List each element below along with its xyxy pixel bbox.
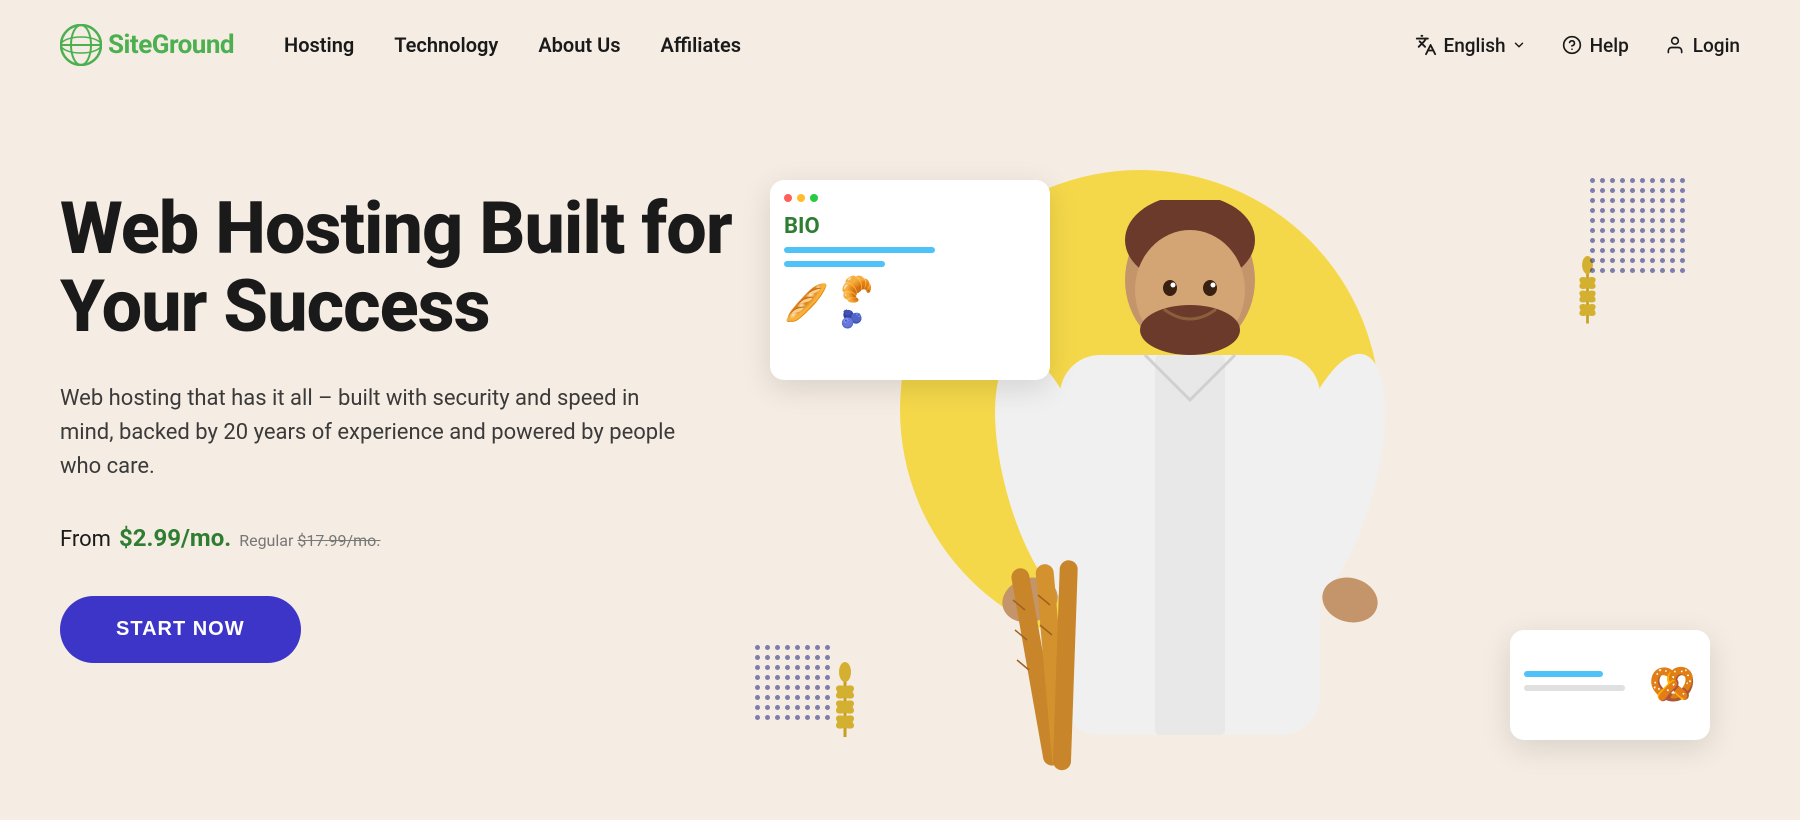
berry-icon: 🫐 — [841, 309, 873, 330]
browser-dot-green — [810, 194, 818, 202]
browser-dot-red — [784, 194, 792, 202]
logo-text: SiteGround — [108, 30, 234, 60]
chevron-down-icon — [1512, 38, 1526, 52]
siteground-logo-icon — [60, 24, 102, 66]
mobile-lines — [1524, 671, 1637, 699]
price-value: $2.99/mo. — [119, 524, 231, 552]
bread-icon: 🥖 — [784, 282, 829, 324]
mobile-card: 🥨 — [1510, 630, 1710, 740]
croissant-icon: 🥐 — [841, 275, 873, 305]
dots-top-right-grid — [1590, 178, 1685, 273]
nav-links: Hosting Technology About Us Affiliates — [284, 33, 1415, 57]
browser-dots — [784, 194, 1036, 202]
browser-dot-yellow — [797, 194, 805, 202]
nav-right: English Help Login — [1415, 34, 1740, 57]
mobile-line-gray — [1524, 685, 1625, 691]
browser-card: BIO 🥖 🥐 🫐 — [770, 180, 1050, 380]
navbar: SiteGround Hosting Technology About Us A… — [0, 0, 1800, 90]
nav-technology[interactable]: Technology — [394, 33, 498, 57]
price-from-label: From — [60, 527, 111, 552]
help-label: Help — [1590, 34, 1629, 57]
help-link[interactable]: Help — [1562, 34, 1629, 57]
bio-label: BIO — [784, 214, 1036, 239]
hero-section: Web Hosting Built for Your Success Web h… — [0, 90, 1800, 820]
bio-line-1 — [784, 247, 935, 253]
start-now-button[interactable]: START NOW — [60, 596, 301, 663]
hero-title: Web Hosting Built for Your Success — [60, 190, 740, 346]
login-link[interactable]: Login — [1665, 34, 1740, 57]
dots-bottom-left-grid — [755, 645, 830, 720]
language-selector[interactable]: English — [1415, 34, 1525, 57]
translate-icon — [1415, 34, 1437, 56]
nav-about-us[interactable]: About Us — [538, 33, 620, 57]
help-icon — [1562, 35, 1582, 55]
bio-line-2 — [784, 261, 885, 267]
pretzel-icon: 🥨 — [1649, 663, 1696, 707]
hero-visual: // Will be rendered via inline approach … — [740, 150, 1740, 820]
hero-subtitle: Web hosting that has it all – built with… — [60, 382, 680, 484]
price-regular: Regular $17.99/mo. — [239, 531, 380, 550]
language-label: English — [1443, 34, 1505, 57]
hero-price: From $2.99/mo. Regular $17.99/mo. — [60, 524, 740, 552]
nav-hosting[interactable]: Hosting — [284, 33, 354, 57]
logo[interactable]: SiteGround — [60, 24, 234, 66]
nav-affiliates[interactable]: Affiliates — [661, 33, 742, 57]
user-icon — [1665, 35, 1685, 55]
hero-content: Web Hosting Built for Your Success Web h… — [60, 150, 740, 663]
mobile-line-blue — [1524, 671, 1603, 677]
login-label: Login — [1693, 34, 1740, 57]
bio-illustrations: 🥖 🥐 🫐 — [784, 275, 1036, 330]
